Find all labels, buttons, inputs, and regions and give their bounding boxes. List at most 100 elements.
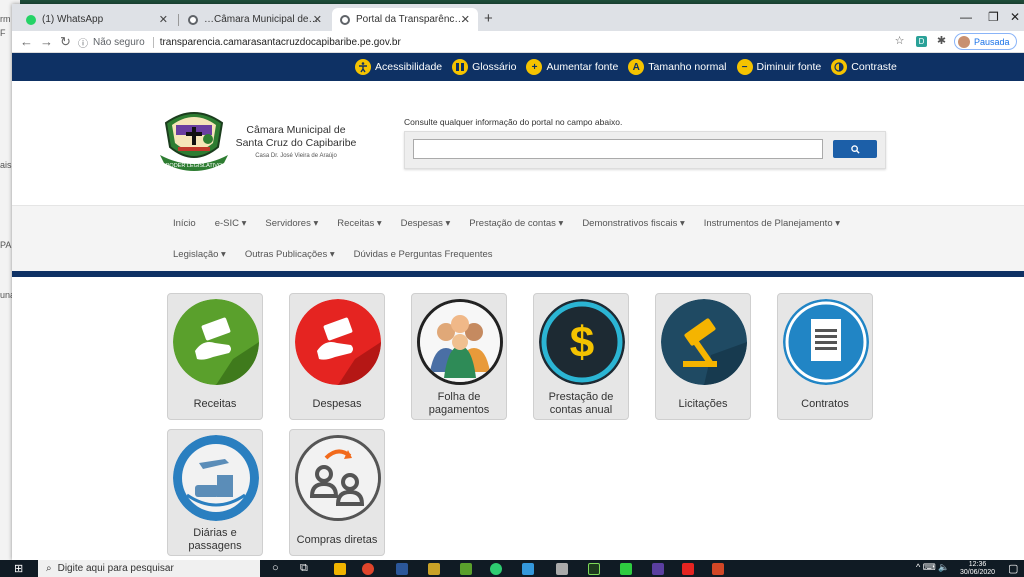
nav-item[interactable]: Demonstrativos fiscais ▾ xyxy=(582,218,684,229)
whatsapp-icon xyxy=(26,14,36,25)
decrease-font-link[interactable]: − Diminuir fonte xyxy=(736,59,822,75)
search-button[interactable] xyxy=(833,140,877,158)
address-bar[interactable]: ⓘ Não seguro transparencia.camarasantacr… xyxy=(78,34,898,50)
file-explorer-icon[interactable] xyxy=(334,563,346,575)
glossary-label: Glossário xyxy=(472,61,517,73)
tile-diarias-passagens[interactable]: Diárias e passagens xyxy=(167,429,263,556)
tab-transparencia[interactable]: Portal da Transparência - Câmara ✕ xyxy=(332,8,478,31)
extension-icon[interactable]: D xyxy=(916,36,927,47)
powerpoint-icon[interactable] xyxy=(712,563,724,575)
tile-folha-pagamentos[interactable]: Folha de pagamentos xyxy=(411,293,507,420)
taskbar-search-placeholder: Digite aqui para pesquisar xyxy=(57,563,174,574)
taskbar-search[interactable]: ⌕ Digite aqui para pesquisar xyxy=(38,560,260,577)
web-page: Acessibilidade Glossário + Aumentar font… xyxy=(12,53,1024,560)
tile-contratos[interactable]: Contratos xyxy=(777,293,873,420)
app-icon[interactable] xyxy=(522,563,534,575)
tile-label: Despesas xyxy=(312,398,362,410)
accessibility-icon xyxy=(355,59,371,75)
app-icon[interactable] xyxy=(682,563,694,575)
close-icon[interactable]: ✕ xyxy=(313,13,322,26)
system-tray-icon[interactable]: ^ ⌨ 🔈 xyxy=(916,562,949,573)
app-icon[interactable] xyxy=(620,563,632,575)
profile-label: Pausada xyxy=(974,36,1010,47)
letter-a-icon: A xyxy=(628,59,645,75)
accessibility-bar: Acessibilidade Glossário + Aumentar font… xyxy=(12,53,1024,81)
nav-item[interactable]: Despesas ▾ xyxy=(401,218,451,229)
star-icon[interactable]: ☆ xyxy=(894,36,905,47)
tile-prestacao-contas[interactable]: $ Prestação de contas anual xyxy=(533,293,629,420)
back-button[interactable]: ← xyxy=(20,34,33,49)
info-icon[interactable]: ⓘ xyxy=(78,35,88,50)
nav-item[interactable]: Instrumentos de Planejamento ▾ xyxy=(704,218,840,229)
tile-label: Folha de pagamentos xyxy=(428,391,490,416)
globe-icon xyxy=(340,14,350,25)
close-icon[interactable]: ✕ xyxy=(159,13,168,26)
search-input[interactable] xyxy=(413,139,823,159)
avatar xyxy=(958,35,970,48)
close-icon[interactable]: ✕ xyxy=(461,13,470,26)
nav-row-1: Início e-SIC ▾ Servidores ▾ Receitas ▾ Despe… xyxy=(173,218,859,229)
task-view-icon[interactable]: ⧉ xyxy=(300,562,308,575)
puzzle-icon[interactable]: ✱ xyxy=(936,36,947,47)
normal-font-link[interactable]: A Tamanho normal xyxy=(628,59,727,75)
nav-item[interactable]: Servidores ▾ xyxy=(265,218,318,229)
maximize-button[interactable]: ❐ xyxy=(988,10,999,24)
clock[interactable]: 12:36 30/06/2020 xyxy=(960,561,995,577)
whatsapp-icon[interactable] xyxy=(490,563,502,575)
address-toolbar: ← → ↻ ⓘ Não seguro transparencia.camaras… xyxy=(12,31,1024,53)
decrease-font-label: Diminuir fonte xyxy=(756,61,822,73)
tab-whatsapp[interactable]: (1) WhatsApp ✕ xyxy=(18,8,176,31)
profile-button[interactable]: Pausada xyxy=(954,33,1017,50)
window-close-button[interactable]: ✕ xyxy=(1010,10,1020,24)
forward-button[interactable]: → xyxy=(40,34,53,49)
tab-label: (1) WhatsApp xyxy=(42,14,104,25)
tab-strip: (1) WhatsApp ✕ …Câmara Municipal de Vere… xyxy=(12,4,1024,31)
contrast-link[interactable]: Contraste xyxy=(831,59,897,75)
accessibility-link[interactable]: Acessibilidade xyxy=(355,59,442,75)
word-icon[interactable] xyxy=(396,563,408,575)
tile-receitas[interactable]: Receitas xyxy=(167,293,263,420)
money-hand-icon xyxy=(173,299,259,385)
app-icon[interactable] xyxy=(652,563,664,575)
minimize-button[interactable]: — xyxy=(960,10,972,24)
nav-row-2: Legislação ▾ Outras Publicações ▾ Dúvidas … xyxy=(173,249,512,260)
main-nav: Início e-SIC ▾ Servidores ▾ Receitas ▾ Despe… xyxy=(12,205,1024,271)
calculator-icon[interactable] xyxy=(556,563,568,575)
nav-item[interactable]: Outras Publicações ▾ xyxy=(245,249,335,260)
camara-logo[interactable]: PODER LEGISLATIVO xyxy=(156,101,232,175)
clock-time: 12:36 xyxy=(968,561,987,568)
nav-item[interactable]: Prestação de contas ▾ xyxy=(469,218,563,229)
tab-camara[interactable]: …Câmara Municipal de Vereado ✕ xyxy=(180,8,330,31)
search-icon: ⌕ xyxy=(46,563,52,574)
app-icon[interactable] xyxy=(428,563,440,575)
dreamweaver-icon[interactable] xyxy=(588,563,600,575)
windows-start-icon[interactable]: ⊞ xyxy=(14,562,23,575)
tile-licitacoes[interactable]: Licitações xyxy=(655,293,751,420)
cortana-icon[interactable]: ○ xyxy=(272,562,279,574)
title-line-1: Câmara Municipal de xyxy=(246,124,346,136)
glossary-link[interactable]: Glossário xyxy=(452,59,516,75)
new-tab-button[interactable]: + xyxy=(484,10,493,27)
tile-compras-diretas[interactable]: Compras diretas xyxy=(289,429,385,556)
nav-item[interactable]: Dúvidas e Perguntas Frequentes xyxy=(354,249,493,260)
nav-item[interactable]: Início xyxy=(173,218,196,229)
notification-icon[interactable]: ▢ xyxy=(1008,562,1018,575)
svg-text:$: $ xyxy=(570,318,594,367)
tile-label: Diárias e passagens xyxy=(188,527,242,552)
nav-divider xyxy=(12,271,1024,277)
tile-despesas[interactable]: Despesas xyxy=(289,293,385,420)
search-hint: Consulte qualquer informação do portal n… xyxy=(404,117,623,127)
bg-text: ais xyxy=(0,160,12,170)
increase-font-link[interactable]: + Aumentar fonte xyxy=(526,59,618,75)
nav-item[interactable]: e-SIC ▾ xyxy=(215,218,247,229)
transfer-people-icon xyxy=(295,435,381,521)
chrome-icon[interactable] xyxy=(362,563,374,575)
nav-item[interactable]: Receitas ▾ xyxy=(337,218,381,229)
tile-label: Prestação de contas anual xyxy=(548,391,614,416)
travel-icon xyxy=(173,435,259,521)
app-icon[interactable] xyxy=(460,563,472,575)
nav-item[interactable]: Legislação ▾ xyxy=(173,249,226,260)
search-icon xyxy=(850,144,860,154)
reload-button[interactable]: ↻ xyxy=(60,34,71,50)
tile-label: Licitações xyxy=(678,398,728,410)
